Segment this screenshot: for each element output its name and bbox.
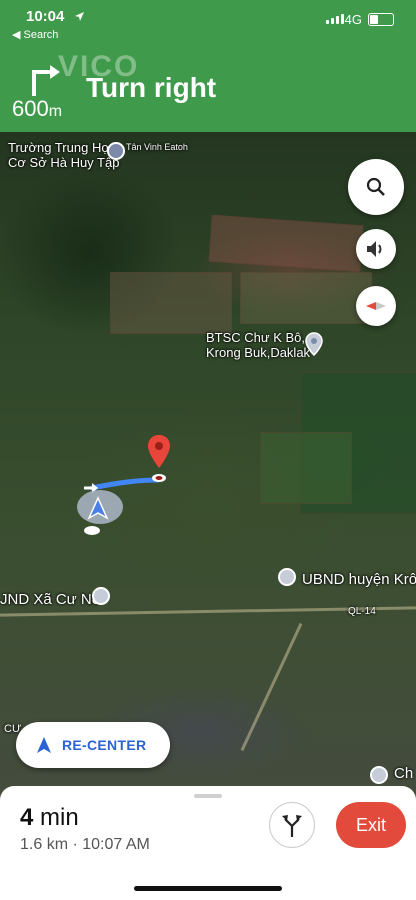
route-fork-icon xyxy=(282,815,302,837)
place-pin-icon[interactable] xyxy=(305,332,323,356)
exit-navigation-button[interactable]: Exit xyxy=(336,802,406,848)
farm-field xyxy=(240,272,372,324)
home-indicator[interactable] xyxy=(134,886,282,891)
farm-field xyxy=(208,214,364,273)
compass-button[interactable] xyxy=(356,286,396,326)
government-building-icon[interactable] xyxy=(278,568,296,586)
partial-label: Ch xyxy=(394,765,414,782)
side-road xyxy=(240,622,303,752)
eta-duration: 4 min xyxy=(20,804,79,831)
navigation-instruction-banner[interactable]: VICO Turn right 600m xyxy=(0,44,416,132)
network-type: 4G xyxy=(344,12,362,27)
signal-icon xyxy=(326,14,344,24)
search-icon xyxy=(366,177,385,196)
poi-label-ubnd-xa[interactable]: JND Xã Cư Né xyxy=(0,592,100,607)
poi-label-school[interactable]: Trường Trung Học Cơ Sở Hà Huy Tập xyxy=(8,140,119,170)
map-view[interactable]: Trường Trung Học Cơ Sở Hà Huy Tập Tân Vi… xyxy=(0,132,416,800)
sound-button[interactable] xyxy=(356,229,396,269)
status-bar: 10:04 ◀ Search 4G xyxy=(0,0,416,44)
navigation-arrow-icon xyxy=(87,496,109,520)
distance-to-turn: 600m xyxy=(12,96,63,121)
turn-instruction: Turn right xyxy=(86,72,217,103)
sheet-drag-handle[interactable] xyxy=(194,794,222,798)
turn-right-icon xyxy=(32,65,60,96)
speaker-icon xyxy=(367,241,382,257)
school-icon[interactable] xyxy=(107,142,125,160)
back-to-search-link[interactable]: ◀ Search xyxy=(12,28,58,41)
place-icon[interactable] xyxy=(370,766,388,784)
road-label: QL-14 xyxy=(348,606,376,617)
farm-field xyxy=(110,272,232,334)
eta-distance-time: 1.6 km · 10:07 AM xyxy=(20,836,150,853)
search-button[interactable] xyxy=(348,159,404,215)
navigation-arrow-icon xyxy=(37,737,51,753)
government-building-icon[interactable] xyxy=(92,587,110,605)
poi-label-btsc[interactable]: BTSC Chư K Bô, Krong Buk,Daklak xyxy=(206,330,310,360)
compass-icon xyxy=(366,302,386,310)
battery-icon xyxy=(368,13,394,26)
alternate-routes-button[interactable] xyxy=(269,802,315,848)
clock: 10:04 xyxy=(26,8,65,25)
village-label: Tân Vinh Eatoh xyxy=(126,142,188,152)
poi-label-ubnd-huyen[interactable]: UBND huyện Krôn xyxy=(302,572,416,587)
recenter-button[interactable]: RE-CENTER xyxy=(16,722,170,768)
farm-field xyxy=(260,432,352,504)
recenter-label: RE-CENTER xyxy=(62,737,147,753)
destination-pin-icon[interactable] xyxy=(146,434,172,486)
location-puck-shadow xyxy=(84,526,100,535)
location-arrow-icon xyxy=(75,12,84,21)
